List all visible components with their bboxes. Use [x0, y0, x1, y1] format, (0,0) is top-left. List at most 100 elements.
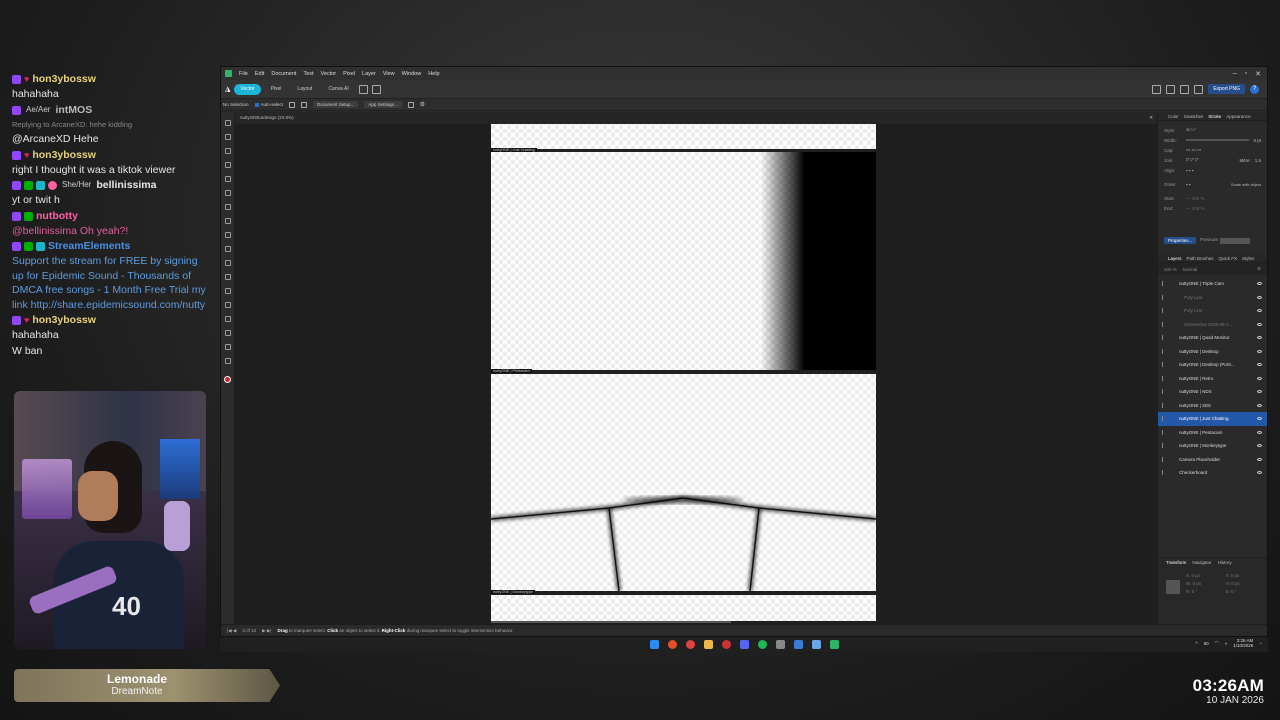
layer-expand-icon[interactable]	[1162, 308, 1165, 313]
point-transform-icon[interactable]	[224, 162, 231, 168]
stroke-width-slider[interactable]	[1186, 139, 1250, 141]
blend-mode-select[interactable]: Normal	[1183, 267, 1198, 272]
chrome-icon[interactable]	[667, 640, 677, 649]
start-icon[interactable]	[649, 640, 659, 649]
layer-row[interactable]: nuttyONE | 3DS	[1158, 399, 1267, 413]
layer-row[interactable]: nuttyONE | Monkeytype	[1158, 439, 1267, 453]
layer-row[interactable]: Poly Line	[1158, 304, 1267, 318]
layer-row[interactable]: nuttyONE | Triple Cam	[1158, 277, 1267, 291]
layer-expand-icon[interactable]	[1162, 281, 1165, 286]
menu-document[interactable]: Document	[271, 71, 296, 77]
layer-expand-icon[interactable]	[1162, 321, 1165, 327]
tab-color[interactable]: Color	[1168, 114, 1179, 119]
anchor-selector-icon[interactable]	[1166, 580, 1180, 594]
help-icon[interactable]: ?	[1250, 84, 1259, 94]
visibility-eye-icon[interactable]	[1257, 295, 1262, 299]
visibility-eye-icon[interactable]	[1257, 376, 1262, 380]
corner-tool-icon[interactable]	[224, 148, 231, 154]
chat-username[interactable]: StreamElements	[48, 239, 130, 254]
layer-expand-icon[interactable]	[1162, 402, 1165, 408]
text-tool-icon[interactable]	[224, 260, 231, 266]
wifi-icon[interactable]: ◠	[1215, 640, 1219, 646]
visibility-eye-icon[interactable]	[1257, 363, 1262, 367]
transform-icon[interactable]	[1180, 84, 1190, 94]
layer-row[interactable]: Poly Line	[1158, 291, 1267, 305]
stroke-width-value[interactable]: 0 pt	[1253, 138, 1261, 143]
persona-vector[interactable]: Vector	[234, 83, 261, 95]
horizontal-scrollbar[interactable]	[491, 621, 731, 623]
select-mode-icon[interactable]	[289, 101, 296, 108]
scale-with-object-checkbox[interactable]: Scale with object	[1231, 182, 1261, 187]
artboard-top[interactable]	[491, 124, 876, 149]
layer-settings-icon[interactable]: ⚙	[1257, 266, 1261, 272]
export-png-button[interactable]: Export PNG	[1208, 84, 1245, 94]
layer-expand-icon[interactable]	[1162, 362, 1165, 367]
tray-clock[interactable]: 3:26 AM 1/10/2026	[1233, 638, 1253, 648]
frame-text-icon[interactable]	[224, 274, 231, 280]
canvas[interactable]: nuttyONE | Just Chatting nuttyONE | Pent…	[235, 124, 1157, 624]
mitre-value[interactable]: 1.5	[1255, 158, 1261, 163]
color-swatch-icon[interactable]	[224, 376, 231, 383]
app-logo-icon[interactable]	[225, 70, 232, 77]
chat-username[interactable]: bellinissima	[96, 178, 156, 193]
pen-icon[interactable]	[1194, 84, 1204, 94]
tab-layers[interactable]: Layers	[1168, 256, 1182, 261]
grid-icon[interactable]	[407, 101, 414, 108]
zoom-tool-icon[interactable]	[224, 358, 231, 364]
menu-window[interactable]: Window	[402, 71, 422, 77]
menu-file[interactable]: File	[239, 71, 248, 77]
volume-icon[interactable]: ◖	[1225, 641, 1228, 646]
visibility-eye-icon[interactable]	[1257, 430, 1262, 434]
transform-s[interactable]: S: 0 °	[1226, 589, 1260, 594]
transform-w[interactable]: W: 0 px	[1186, 581, 1220, 586]
settings-gear-icon[interactable]: ⚙	[420, 101, 425, 108]
artboard-label-pentacam[interactable]: nuttyONE | Pentacam	[491, 369, 532, 373]
transform-y[interactable]: Y: 0 px	[1226, 573, 1260, 578]
visibility-eye-icon[interactable]	[1257, 444, 1262, 448]
layer-row[interactable]: Camera Placeholder	[1158, 453, 1267, 467]
menu-edit[interactable]: Edit	[255, 71, 264, 77]
chat-username[interactable]: intMOS	[55, 103, 92, 118]
page-prev-icon[interactable]: |◀ ◀	[227, 628, 236, 634]
layer-row[interactable]: nuttyONE | Quad Monitor	[1158, 331, 1267, 345]
transform-x[interactable]: X: 0 px	[1186, 573, 1220, 578]
menu-text[interactable]: Text	[303, 71, 313, 77]
order-options-icon[interactable]: ▪ ▪	[1186, 182, 1190, 187]
visibility-eye-icon[interactable]	[1257, 349, 1262, 353]
minimize-icon[interactable]: –	[1233, 70, 1237, 78]
pencil-tool-icon[interactable]	[224, 190, 231, 196]
join-options-icon[interactable]: ◸ ◸ ◸	[1186, 157, 1199, 163]
align-icon[interactable]	[1166, 84, 1176, 94]
visibility-eye-icon[interactable]	[1257, 322, 1262, 326]
chat-username[interactable]: hon3ybossw	[32, 148, 96, 163]
image-tool-icon[interactable]	[224, 288, 231, 294]
persona-pixel[interactable]: Pixel	[265, 84, 288, 95]
layer-expand-icon[interactable]	[1162, 335, 1165, 340]
document-setup-button[interactable]: Document Setup...	[313, 101, 359, 108]
visibility-eye-icon[interactable]	[1257, 336, 1262, 340]
tab-path-brushes[interactable]: Path Brushes	[1187, 256, 1214, 261]
arrow-end-icon[interactable]: — 100 %	[1186, 206, 1205, 211]
maximize-icon[interactable]: ▫	[1245, 70, 1247, 78]
tab-navigator[interactable]: Navigator	[1192, 560, 1211, 565]
artboard-pentacam[interactable]	[491, 374, 876, 591]
persona-layout[interactable]: Layout	[291, 84, 318, 95]
app-icon[interactable]	[775, 640, 785, 649]
cap-options-icon[interactable]: ▭ ▭ ▭	[1186, 147, 1201, 153]
discord-icon[interactable]	[739, 640, 749, 649]
artboard-monkeytype[interactable]	[491, 595, 876, 621]
layer-expand-icon[interactable]	[1162, 443, 1165, 448]
spotify-icon[interactable]	[757, 640, 767, 649]
tab-transform[interactable]: Transform	[1166, 560, 1186, 565]
layer-row[interactable]: nuttyONE | NDS	[1158, 385, 1267, 399]
properties-button[interactable]: Properties...	[1164, 237, 1197, 244]
layer-expand-icon[interactable]	[1162, 375, 1165, 381]
copy-icon[interactable]	[301, 101, 308, 108]
align-options-icon[interactable]: ▪ ▪ ▪	[1186, 168, 1193, 173]
layer-row[interactable]: nuttyONE | Pentacam	[1158, 426, 1267, 440]
persona-canva-ai[interactable]: Canva AI	[322, 84, 354, 95]
tab-quick-fx[interactable]: Quick FX	[1219, 256, 1238, 261]
hand-tool-icon[interactable]	[224, 344, 231, 350]
menu-vector[interactable]: Vector	[321, 71, 337, 77]
pentacam-frame-lines[interactable]	[491, 374, 876, 591]
